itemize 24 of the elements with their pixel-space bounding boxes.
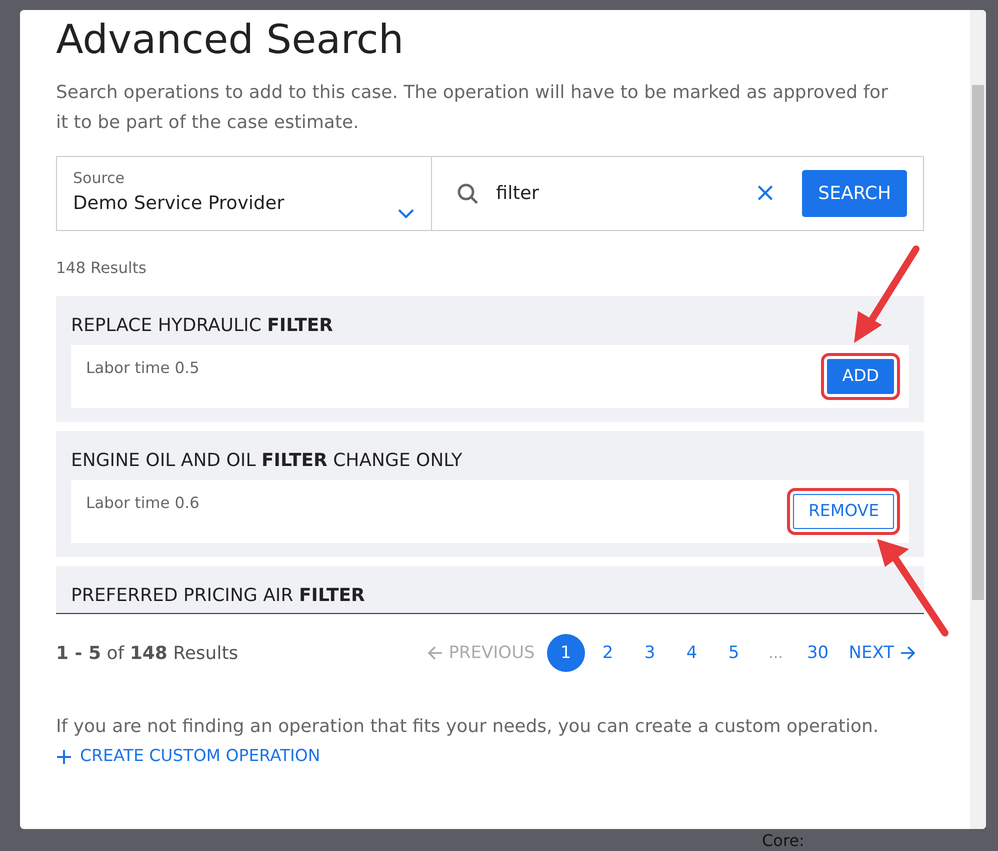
result-title: REPLACE HYDRAULIC FILTER [71, 314, 334, 338]
arrow-right-icon [900, 645, 916, 662]
labor-time: Labor time 0.6 [86, 493, 200, 514]
page-button[interactable]: 1 [546, 634, 585, 672]
create-operation-link[interactable]: CREATE CUSTOM OPERATION [56, 744, 320, 769]
result-title: ENGINE OIL AND OIL FILTER CHANGE ONLY [71, 449, 464, 473]
page-button[interactable]: 30 [798, 634, 837, 672]
page-button[interactable]: 4 [672, 634, 711, 672]
scrollbar[interactable] [970, 10, 986, 829]
next-link[interactable]: NEXT [840, 640, 924, 666]
ellipsis-text: ... [768, 643, 784, 664]
result-count: 148 Results [56, 258, 148, 279]
help-text: If you are not finding an operation that fits your needs, you can create a custom operation. [56, 715, 880, 740]
page-button[interactable]: 2 [588, 634, 627, 672]
dialog-title: Advanced Search [56, 16, 405, 64]
labor-time: Labor time 0.5 [86, 358, 200, 380]
page-button[interactable]: 5 [714, 634, 753, 672]
page-button[interactable]: 3 [630, 634, 669, 672]
description-text: Search operations to add to this case. The operation will have to be marked as approved for it to be part of the case estimate. [56, 81, 889, 135]
result-title: PREFERRED PRICING AIR FILTER [71, 584, 366, 608]
pagination-summary: 1 - 5 of 148 Results [56, 642, 238, 666]
background-label: Core: [762, 831, 804, 850]
plus-icon [56, 748, 72, 765]
arrow-left-icon [426, 645, 443, 662]
